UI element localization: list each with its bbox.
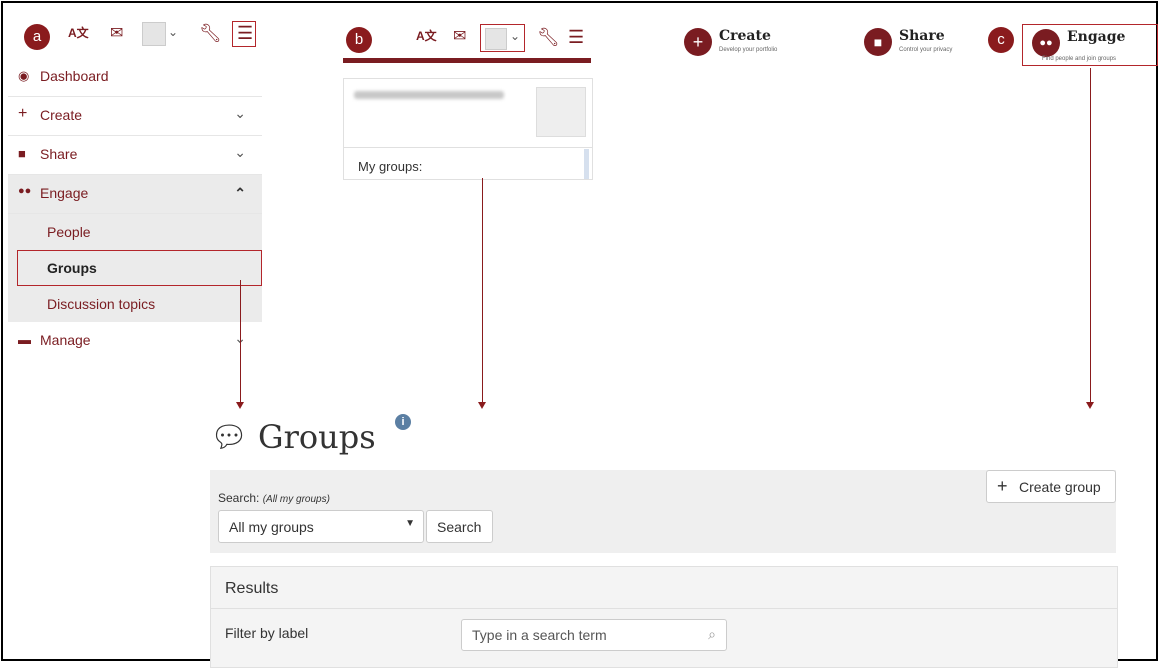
filter-label: Filter by label [225, 625, 309, 641]
sidebar-nav: ◉ Dashboard + Create ⌄ ■ Share ⌄ ●● Enga… [8, 58, 262, 360]
caret-down-icon: ▼ [405, 518, 415, 529]
chevron-down-icon[interactable]: ⌄ [168, 26, 178, 38]
chevron-down-icon[interactable]: ⌄ [234, 105, 246, 122]
page-title: Groups [258, 418, 376, 456]
my-groups-label: My groups: [358, 159, 423, 174]
search-button[interactable]: Search [426, 510, 493, 543]
sidebar-item-share[interactable]: ■ Share ⌄ [8, 136, 262, 175]
sidebar-subitem-groups[interactable]: Groups [8, 250, 262, 286]
sidebar-item-dashboard[interactable]: ◉ Dashboard [8, 58, 262, 97]
nav-share-title: Share [899, 28, 945, 44]
sidebar-item-label: Create [40, 107, 83, 123]
search-icon: ⌕ [708, 626, 716, 642]
sidebar-subitem-people[interactable]: People [8, 214, 262, 250]
results-panel: Results Filter by label Type in a search… [210, 566, 1118, 668]
wrench-icon[interactable]: 🔧︎ [537, 28, 560, 46]
briefcase-icon: ▬ [18, 332, 31, 347]
language-icon[interactable]: A文 [68, 27, 89, 39]
nav-engage-subtitle: Find people and join groups [1042, 56, 1117, 62]
plus-icon: + [997, 476, 1008, 496]
sidebar-subitem-discussion-topics[interactable]: Discussion topics [8, 286, 262, 322]
sidebar-item-label: Share [40, 146, 78, 162]
sidebar-item-label: Manage [40, 332, 91, 348]
subitem-label: Discussion topics [47, 296, 156, 312]
sidebar-item-engage[interactable]: ●● Engage ⌃ [8, 175, 262, 214]
search-panel: Search: (All my groups) All my groups ▼ … [210, 470, 1116, 553]
arrowhead-b [478, 402, 486, 409]
comments-icon: 💬︎ [210, 421, 249, 454]
results-title: Results [225, 580, 279, 597]
mail-icon[interactable]: ✉ [453, 29, 466, 45]
nav-create-title: Create [719, 28, 771, 44]
create-group-label: Create group [1019, 479, 1101, 495]
chevron-down-icon[interactable]: ⌄ [510, 30, 520, 42]
users-circle-icon: ●● [1032, 29, 1060, 57]
arrow-line-c [1090, 68, 1091, 402]
group-filter-select[interactable]: All my groups ▼ [218, 510, 424, 543]
profile-avatar[interactable] [536, 87, 586, 137]
nav-share-subtitle: Control your privacy [899, 47, 953, 53]
filter-search-input[interactable]: Type in a search term ⌕ [461, 619, 727, 651]
header-underline [343, 58, 591, 63]
sidebar-item-create[interactable]: + Create ⌄ [8, 97, 262, 136]
badge-a: a [24, 24, 50, 50]
badge-b: b [346, 27, 372, 53]
search-label-text: Search: [218, 491, 260, 505]
arrow-line-a [240, 280, 241, 402]
blurred-username [354, 91, 504, 99]
arrowhead-c [1086, 402, 1094, 409]
filter-placeholder: Type in a search term [472, 627, 607, 643]
hamburger-menu-icon[interactable]: ☰ [568, 28, 584, 46]
search-label: Search: (All my groups) [218, 491, 330, 505]
nav-create-subtitle: Develop your portfolio [719, 47, 778, 53]
create-group-button[interactable]: + Create group [986, 470, 1116, 503]
arrowhead-a [236, 402, 244, 409]
users-icon: ●● [18, 185, 32, 197]
sidebar-item-label: Engage [40, 185, 89, 201]
wrench-icon[interactable]: 🔧︎ [199, 24, 222, 42]
hamburger-menu-icon[interactable]: ☰ [237, 24, 253, 42]
language-icon[interactable]: A文 [416, 30, 437, 42]
lock-icon: ■ [18, 146, 26, 161]
user-menu-avatar-icon[interactable] [485, 28, 507, 50]
badge-c: c [988, 27, 1014, 53]
nav-engage-title: Engage [1067, 29, 1126, 45]
user-profile-dropdown: My groups: [343, 78, 593, 180]
search-hint: (All my groups) [262, 494, 330, 505]
arrow-line-b [482, 178, 483, 402]
info-icon[interactable]: i [395, 414, 411, 430]
plus-circle-icon: + [684, 28, 712, 56]
user-menu-avatar-icon[interactable] [142, 22, 166, 46]
subitem-label: People [47, 224, 91, 240]
dashboard-icon: ◉ [18, 68, 30, 83]
scrollbar[interactable] [584, 149, 589, 179]
select-value: All my groups [229, 519, 314, 535]
chevron-up-icon[interactable]: ⌃ [234, 185, 246, 202]
mail-icon[interactable]: ✉ [110, 26, 123, 42]
sidebar-item-label: Dashboard [40, 68, 109, 84]
plus-icon: + [18, 105, 28, 122]
groups-highlight-box [17, 250, 262, 286]
sidebar-item-manage[interactable]: ▬ Manage ⌄ [8, 322, 262, 360]
chevron-down-icon[interactable]: ⌄ [234, 144, 246, 161]
lock-circle-icon: ■ [864, 28, 892, 56]
